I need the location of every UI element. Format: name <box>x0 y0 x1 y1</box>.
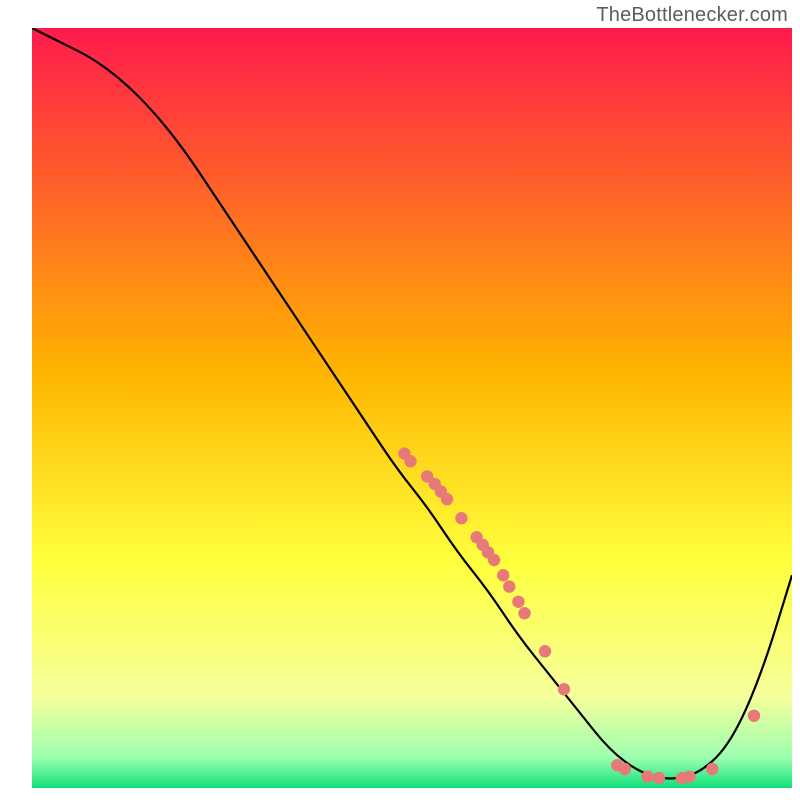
data-point <box>683 770 695 782</box>
gradient-background <box>32 28 792 788</box>
data-point <box>518 607 530 619</box>
chart-svg <box>32 28 792 788</box>
data-point <box>641 770 653 782</box>
data-point <box>503 580 515 592</box>
plot-area <box>32 28 792 788</box>
data-point <box>539 645 551 657</box>
data-point <box>706 763 718 775</box>
data-point <box>619 763 631 775</box>
data-point <box>558 683 570 695</box>
data-point <box>455 512 467 524</box>
data-point <box>488 554 500 566</box>
data-point <box>404 455 416 467</box>
data-point <box>441 493 453 505</box>
data-point <box>497 569 509 581</box>
data-point <box>748 710 760 722</box>
data-point <box>512 596 524 608</box>
data-point <box>653 772 665 784</box>
attribution-text: TheBottlenecker.com <box>596 4 788 27</box>
